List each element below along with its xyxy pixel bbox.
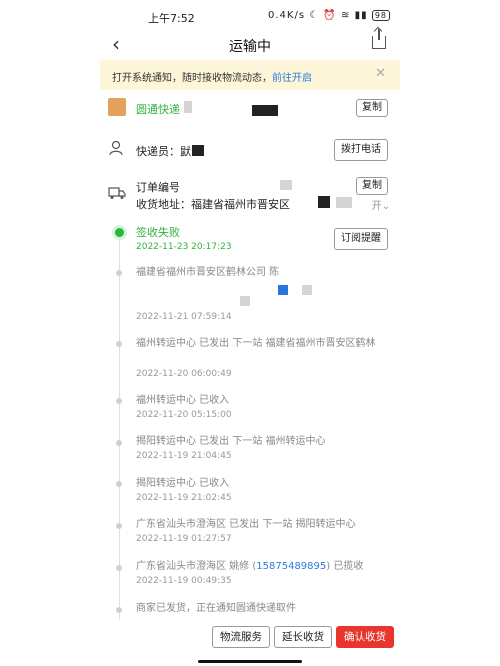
courier-label-text: 快递员： <box>136 145 180 158</box>
redacted-gray <box>240 296 250 306</box>
share-icon[interactable] <box>372 29 386 49</box>
redacted-gray <box>302 285 312 295</box>
timeline-title: 福州转运中心 已收入 <box>136 395 230 406</box>
timeline-dot <box>116 523 122 529</box>
close-icon[interactable]: ✕ <box>375 66 386 81</box>
timeline-title: 广东省汕头市澄海区 已发出 下一站 揭阳转运中心 <box>136 519 356 530</box>
timeline-dot <box>116 565 122 571</box>
home-indicator[interactable] <box>198 660 302 663</box>
timeline-title-suffix: ) 已揽收 <box>326 561 364 572</box>
order-info-row: 订单编号 收货地址：福建省福州市晋安区 复制 开⌄ <box>100 176 400 220</box>
timeline-title: 揭阳转运中心 已发出 下一站 福州转运中心 <box>136 436 326 447</box>
status-icons: 0.4K/s ☾ ⏰ ≋ ▮▮ 98 <box>268 10 390 21</box>
page-title: 运输中 <box>229 39 271 55</box>
notice-message: 打开系统通知，随时接收物流动态， <box>112 73 272 84</box>
copy-order-button[interactable]: 复制 <box>356 177 388 195</box>
timeline-time: 2022-11-20 06:00:49 <box>136 369 232 379</box>
timeline-time: 2022-11-19 21:02:45 <box>136 493 232 503</box>
call-courier-button[interactable]: 拨打电话 <box>334 139 388 161</box>
nav-bar: ‹ 运输中 <box>100 29 400 60</box>
timeline-time: 2022-11-19 21:04:45 <box>136 451 232 461</box>
timeline-time: 2022-11-21 07:59:14 <box>136 312 232 322</box>
phone-screen: 上午7:52 0.4K/s ☾ ⏰ ≋ ▮▮ 98 ‹ 运输中 打开系统通知，随… <box>100 0 400 666</box>
timeline-time: 2022-11-19 01:27:57 <box>136 534 232 544</box>
expand-toggle[interactable]: 开⌄ <box>372 197 390 212</box>
timeline-dot <box>116 440 122 446</box>
timeline-title-prefix: 广东省汕头市澄海区 姚修 ( <box>136 561 257 572</box>
courier-company-name: 圆通快递 <box>136 103 180 116</box>
confirm-receipt-button[interactable]: 确认收货 <box>336 626 394 648</box>
timeline-dot <box>116 270 122 276</box>
address-mask <box>318 196 330 208</box>
timeline-title: 福建省福州市晋安区鹤林公司 陈 <box>136 267 280 278</box>
timeline-title: 福州转运中心 已发出 下一站 福建省福州市晋安区鹤林 <box>136 338 376 349</box>
status-bar: 上午7:52 0.4K/s ☾ ⏰ ≋ ▮▮ 98 <box>100 0 400 32</box>
timeline-dot-active <box>115 228 124 237</box>
subscribe-reminder-button[interactable]: 订阅提醒 <box>334 228 388 250</box>
timeline-title: 商家已发货，正在通知圆通快递取件 <box>136 603 296 614</box>
courier-phone-link[interactable]: 15875489895 <box>256 561 326 572</box>
address-redacted <box>336 197 352 208</box>
timeline-title: 广东省汕头市澄海区 姚修 (15875489895) 已揽收 <box>136 559 386 574</box>
notice-text: 打开系统通知，随时接收物流动态，前往开启 <box>112 69 312 84</box>
logistics-service-button[interactable]: 物流服务 <box>212 626 270 648</box>
timeline-dot <box>116 341 122 347</box>
signal-icon: ▮▮ <box>354 10 368 21</box>
tracking-number-redacted <box>184 101 192 113</box>
timeline-time: 2022-11-19 00:49:35 <box>136 576 232 586</box>
timeline-line <box>119 231 120 621</box>
courier-name-mask <box>192 145 204 156</box>
timeline-dot <box>116 481 122 487</box>
status-time: 上午7:52 <box>148 12 195 25</box>
wifi-icon: ≋ <box>341 10 351 21</box>
timeline-time: 2022-11-20 05:15:00 <box>136 410 232 420</box>
network-speed: 0.4K/s <box>268 10 306 21</box>
order-number-label: 订单编号 <box>136 181 180 194</box>
timeline-title: 揭阳转运中心 已收入 <box>136 478 230 489</box>
extend-receipt-button[interactable]: 延长收货 <box>274 626 332 648</box>
person-icon <box>108 140 126 158</box>
truck-icon <box>108 186 126 204</box>
order-number-redacted <box>280 180 292 190</box>
copy-tracking-button[interactable]: 复制 <box>356 99 388 117</box>
timeline-dot <box>116 607 122 613</box>
chevron-down-icon: ⌄ <box>381 201 390 212</box>
bottom-action-bar: 物流服务 延长收货 确认收货 <box>100 620 400 666</box>
courier-name: 鼣 <box>180 145 191 158</box>
tracking-number-mask <box>252 105 278 116</box>
courier-label: 快递员：鼣 <box>136 143 191 159</box>
courier-person-row: 快递员：鼣 拨打电话 <box>100 136 400 162</box>
alarm-icon: ⏰ <box>323 10 337 21</box>
moon-icon: ☾ <box>309 10 320 21</box>
timeline-dot <box>116 398 122 404</box>
notice-enable-link[interactable]: 前往开启 <box>272 73 312 84</box>
timeline-time: 2022-11-23 20:17:23 <box>136 242 232 252</box>
redacted-blue <box>278 285 288 295</box>
battery-icon: 98 <box>371 10 390 21</box>
expand-label: 开 <box>371 201 382 212</box>
courier-company-row: 圆通快递 复制 <box>100 96 400 122</box>
notification-banner: 打开系统通知，随时接收物流动态，前往开启 ✕ <box>100 60 400 90</box>
courier-logo-icon <box>108 98 126 116</box>
address-label: 收货地址：福建省福州市晋安区 <box>136 198 290 211</box>
